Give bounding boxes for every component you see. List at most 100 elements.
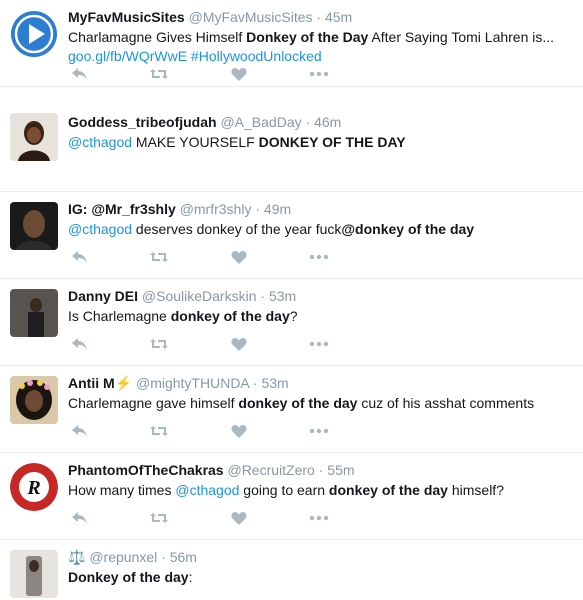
avatar[interactable] <box>10 289 58 337</box>
text-part-bold: Donkey of the Day <box>246 29 369 45</box>
author-name[interactable]: Danny DEI <box>68 288 138 304</box>
profile-photo-icon <box>10 113 58 161</box>
profile-photo-icon <box>10 202 58 250</box>
more-dots-icon[interactable] <box>308 508 330 528</box>
tweet-actions <box>68 421 368 441</box>
author-handle[interactable]: @A_BadDay <box>220 114 301 130</box>
tweet-time[interactable]: 53m <box>269 288 296 304</box>
tweet-time[interactable]: 56m <box>170 549 197 565</box>
avatar[interactable] <box>10 10 58 58</box>
text-part: cuz of his asshat comments <box>357 395 535 411</box>
text-part: How many times <box>68 482 176 498</box>
text-part-bold: Donkey of the day <box>68 569 189 585</box>
retweet-icon[interactable] <box>148 334 170 354</box>
separator-dot: · <box>316 9 322 25</box>
text-part: Charlemagne gave himself <box>68 395 239 411</box>
tweet[interactable]: Antii M⚡ @mightyTHUNDA · 53m Charlemagne… <box>0 366 583 453</box>
avatar[interactable] <box>10 550 58 598</box>
more-dots-icon[interactable] <box>308 334 330 354</box>
scales-emoji-icon: ⚖️ <box>68 549 86 565</box>
retweet-icon[interactable] <box>148 508 170 528</box>
tweet-text: @cthagod MAKE YOURSELF DONKEY OF THE DAY <box>68 133 575 152</box>
separator-dot: · <box>255 201 261 217</box>
tweet-time[interactable]: 53m <box>261 375 288 391</box>
tweet[interactable]: R PhantomOfTheChakras @RecruitZero · 55m… <box>0 453 583 540</box>
author-handle[interactable]: @MyFavMusicSites <box>189 9 313 25</box>
text-part: MAKE YOURSELF <box>132 134 259 150</box>
retweet-icon[interactable] <box>148 64 170 84</box>
author-handle[interactable]: @mightyTHUNDA <box>136 375 249 391</box>
tweet-text: Donkey of the day: <box>68 568 575 587</box>
text-part-bold: donkey of the day <box>238 395 358 411</box>
text-part-bold: DONKEY OF THE DAY <box>258 134 406 150</box>
tweet-time[interactable]: 49m <box>264 201 291 217</box>
separator-dot: · <box>161 549 166 565</box>
like-heart-icon[interactable] <box>228 247 250 267</box>
tweet-time[interactable]: 45m <box>325 9 352 25</box>
tweet[interactable]: Goddess_tribeofjudah @A_BadDay · 46m @ct… <box>0 105 583 192</box>
tweet-time[interactable]: 46m <box>314 114 341 130</box>
tweet[interactable]: ⚖️ @repunxel · 56m Donkey of the day: <box>0 540 583 600</box>
retweet-icon[interactable] <box>148 421 170 441</box>
reply-icon[interactable] <box>68 421 90 441</box>
text-part: Is Charlemagne <box>68 308 171 324</box>
author-handle[interactable]: @RecruitZero <box>227 462 314 478</box>
mention-link[interactable]: @cthagod <box>68 221 132 237</box>
tweet-link[interactable]: goo.gl/fb/WQrWwE <box>68 48 187 64</box>
tweet-actions <box>68 247 368 267</box>
lightning-emoji-icon: ⚡ <box>114 375 133 391</box>
more-dots-icon[interactable] <box>308 421 330 441</box>
like-heart-icon[interactable] <box>228 508 250 528</box>
author-name[interactable]: MyFavMusicSites <box>68 9 185 25</box>
tweet-text: @cthagod deserves donkey of the year fuc… <box>68 220 575 239</box>
avatar[interactable] <box>10 202 58 250</box>
separator-dot: · <box>305 114 311 130</box>
tweet[interactable]: IG: @Mr_fr3shly @mrfr3shly · 49m @cthago… <box>0 192 583 279</box>
text-part: After Saying Tomi Lahren is... <box>368 29 555 45</box>
avatar[interactable]: R <box>10 463 58 511</box>
author-name[interactable]: IG: @Mr_fr3shly <box>68 201 176 217</box>
avatar[interactable] <box>10 376 58 424</box>
author-name[interactable]: Goddess_tribeofjudah <box>68 114 217 130</box>
author-handle[interactable]: @SoulikeDarkskin <box>142 288 257 304</box>
tweet-feed: MyFavMusicSites @MyFavMusicSites · 45m C… <box>0 0 583 600</box>
phantom-r-logo-icon: R <box>10 463 58 511</box>
retweet-icon[interactable] <box>148 247 170 267</box>
text-part: deserves donkey of the year fuck <box>132 221 342 237</box>
mention-link[interactable]: @cthagod <box>175 482 239 498</box>
text-part: himself? <box>447 482 504 498</box>
profile-photo-icon <box>10 376 58 424</box>
author-handle[interactable]: @repunxel <box>89 549 157 565</box>
avatar[interactable] <box>10 113 58 161</box>
hashtag-link[interactable]: #HollywoodUnlocked <box>191 48 322 64</box>
svg-text:R: R <box>26 477 40 499</box>
text-part: Charlamagne Gives Himself <box>68 29 247 45</box>
text-part-bold: donkey of the day <box>328 482 448 498</box>
profile-photo-icon <box>10 550 58 598</box>
tweet-time[interactable]: 55m <box>327 462 354 478</box>
profile-photo-icon <box>10 289 58 337</box>
tweet[interactable]: MyFavMusicSites @MyFavMusicSites · 45m C… <box>0 0 583 87</box>
text-part: going to earn <box>239 482 329 498</box>
reply-icon[interactable] <box>68 64 90 84</box>
tweet[interactable]: Danny DEI @SoulikeDarkskin · 53m Is Char… <box>0 279 583 366</box>
author-name[interactable]: Antii M <box>68 375 115 391</box>
author-handle[interactable]: @mrfr3shly <box>180 201 252 217</box>
author-name[interactable]: PhantomOfTheChakras <box>68 462 224 478</box>
more-dots-icon[interactable] <box>308 247 330 267</box>
like-heart-icon[interactable] <box>228 64 250 84</box>
tweet-text: How many times @cthagod going to earn do… <box>68 481 575 500</box>
text-part-bold: donkey of the day <box>170 308 290 324</box>
reply-icon[interactable] <box>68 334 90 354</box>
separator-dot: · <box>318 462 324 478</box>
tweet-text: Charlamagne Gives Himself Donkey of the … <box>68 28 575 47</box>
reply-icon[interactable] <box>68 247 90 267</box>
separator-dot: · <box>260 288 266 304</box>
like-heart-icon[interactable] <box>228 421 250 441</box>
mention-link[interactable]: @cthagod <box>68 134 132 150</box>
play-button-icon <box>11 11 57 57</box>
reply-icon[interactable] <box>68 508 90 528</box>
like-heart-icon[interactable] <box>228 334 250 354</box>
text-part: : <box>188 569 193 585</box>
more-dots-icon[interactable] <box>308 64 330 84</box>
